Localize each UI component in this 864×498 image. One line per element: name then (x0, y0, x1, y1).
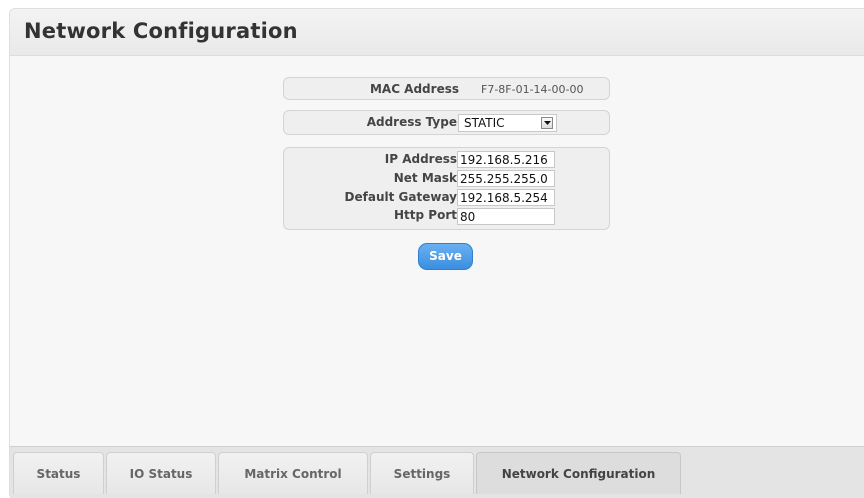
page-title: Network Configuration (24, 19, 298, 43)
ip-address-label: IP Address (384, 152, 457, 166)
mac-address-box: MAC Address F7-8F-01-14-00-00 (283, 77, 610, 100)
dropdown-arrow-icon[interactable] (541, 117, 553, 129)
tab-settings[interactable]: Settings (370, 452, 474, 494)
tab-network-configuration[interactable]: Network Configuration (476, 452, 681, 494)
config-panel: Network Configuration MAC Address F7-8F-… (9, 8, 864, 498)
tab-bar: Status IO Status Matrix Control Settings… (10, 446, 864, 498)
ip-address-field[interactable] (457, 151, 555, 168)
save-button[interactable]: Save (418, 243, 473, 270)
default-gateway-field[interactable] (457, 189, 555, 206)
address-type-value: STATIC (464, 116, 505, 130)
net-mask-field[interactable] (457, 170, 555, 187)
tab-status[interactable]: Status (13, 452, 104, 494)
mac-address-value: F7-8F-01-14-00-00 (481, 83, 584, 96)
tab-matrix-control[interactable]: Matrix Control (218, 452, 368, 494)
http-port-label: Http Port (394, 208, 457, 222)
panel-header: Network Configuration (10, 9, 864, 56)
address-type-box: Address Type STATIC (283, 110, 610, 135)
net-mask-label: Net Mask (393, 171, 457, 185)
mac-address-label: MAC Address (369, 82, 459, 96)
ip-settings-box: IP Address Net Mask Default Gateway Http… (283, 147, 610, 230)
tab-io-status[interactable]: IO Status (106, 452, 216, 494)
http-port-field[interactable] (457, 208, 555, 225)
address-type-label: Address Type (366, 115, 457, 129)
default-gateway-label: Default Gateway (344, 190, 457, 204)
address-type-select[interactable]: STATIC (458, 114, 557, 132)
